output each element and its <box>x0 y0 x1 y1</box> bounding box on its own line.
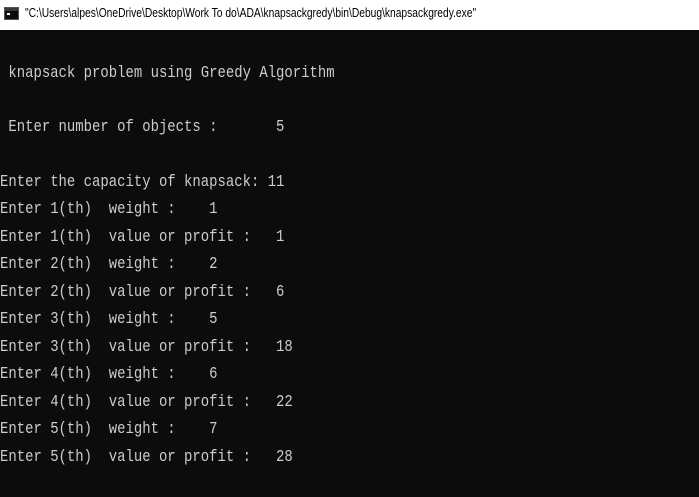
console-line: Enter 4(th) weight : 6 <box>0 365 218 384</box>
console-line: Enter number of objects : 5 <box>0 118 285 137</box>
console-output[interactable]: knapsack problem using Greedy Algorithm … <box>0 30 699 497</box>
title-bar[interactable]: "C:\Users\alpes\OneDrive\Desktop\Work To… <box>0 0 699 30</box>
console-line: Enter 3(th) weight : 5 <box>0 310 218 329</box>
console-line: Enter 5(th) weight : 7 <box>0 420 218 439</box>
console-line: Enter 1(th) weight : 1 <box>0 200 218 219</box>
console-line: Enter 1(th) value or profit : 1 <box>0 228 285 247</box>
console-app-icon[interactable] <box>4 7 19 20</box>
console-line: Enter 3(th) value or profit : 18 <box>0 338 293 357</box>
window-title: "C:\Users\alpes\OneDrive\Desktop\Work To… <box>25 6 477 20</box>
console-line: knapsack problem using Greedy Algorithm <box>0 64 335 83</box>
console-line: Enter 2(th) weight : 2 <box>0 255 218 274</box>
console-line: Enter 2(th) value or profit : 6 <box>0 283 285 302</box>
console-window: "C:\Users\alpes\OneDrive\Desktop\Work To… <box>0 0 699 497</box>
console-line: Enter the capacity of knapsack: 11 <box>0 173 285 192</box>
console-line: Enter 5(th) value or profit : 28 <box>0 448 293 467</box>
console-line: Enter 4(th) value or profit : 22 <box>0 393 293 412</box>
